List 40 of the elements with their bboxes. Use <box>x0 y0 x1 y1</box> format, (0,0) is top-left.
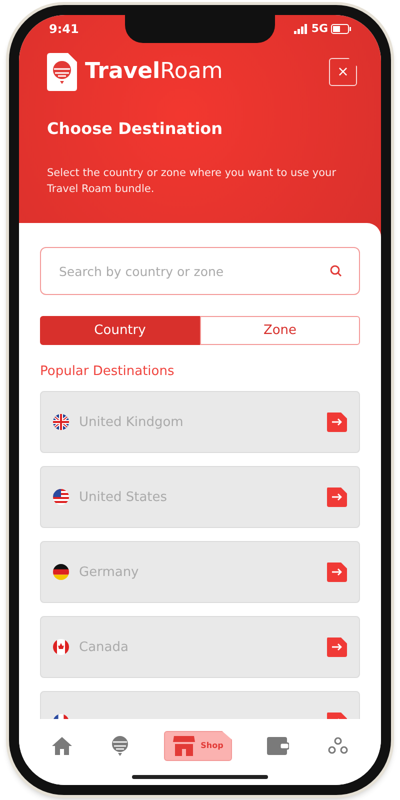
arrow-right-icon <box>331 642 343 652</box>
wallet-icon <box>266 737 289 755</box>
tab[interactable]: Country <box>40 316 200 345</box>
status-time: 9:41 <box>49 21 79 38</box>
section-title: Popular Destinations <box>40 362 176 381</box>
destination-name: United Kindgom <box>79 414 184 432</box>
search-icon <box>330 265 342 277</box>
arrow-button[interactable] <box>327 412 347 432</box>
destination-item[interactable]: United States <box>40 466 360 528</box>
destination-item[interactable]: United Kindgom <box>40 391 360 454</box>
page-subtitle: Select the country or zone where you want to use your Travel Roam bundle. <box>47 166 338 197</box>
destination-name: United States <box>79 488 168 507</box>
circles-icon <box>328 737 348 755</box>
flag-icon <box>53 564 69 580</box>
arrow-button[interactable] <box>327 487 347 508</box>
arrow-right-icon <box>331 492 343 502</box>
destination-item[interactable]: Germany <box>40 541 360 604</box>
logo-icon <box>47 53 77 91</box>
flag-icon <box>53 639 69 656</box>
shop-icon <box>172 736 195 756</box>
battery-icon <box>331 24 351 34</box>
network-label: 5G <box>311 20 328 37</box>
arrow-button[interactable] <box>327 637 347 658</box>
tab[interactable]: Zone <box>200 316 360 345</box>
home-icon <box>52 737 72 755</box>
signal-icon <box>294 24 308 34</box>
arrow-right-icon <box>331 417 343 428</box>
destination-name: Canada <box>79 638 130 657</box>
arrow-right-icon <box>331 567 343 578</box>
arrow-button[interactable] <box>327 562 347 582</box>
page-title: Choose Destination <box>47 118 224 140</box>
flag-icon <box>53 414 69 430</box>
nav-item[interactable]: Shop <box>164 731 232 761</box>
destination-item[interactable]: Canada <box>40 616 360 678</box>
globe-icon <box>110 736 129 756</box>
flag-icon <box>53 489 69 506</box>
search-field[interactable]: Search by country or zone <box>40 247 360 295</box>
brand-name: TravelRoam <box>85 59 223 84</box>
close-button[interactable]: × <box>329 58 357 86</box>
destination-name: Germany <box>79 564 140 582</box>
